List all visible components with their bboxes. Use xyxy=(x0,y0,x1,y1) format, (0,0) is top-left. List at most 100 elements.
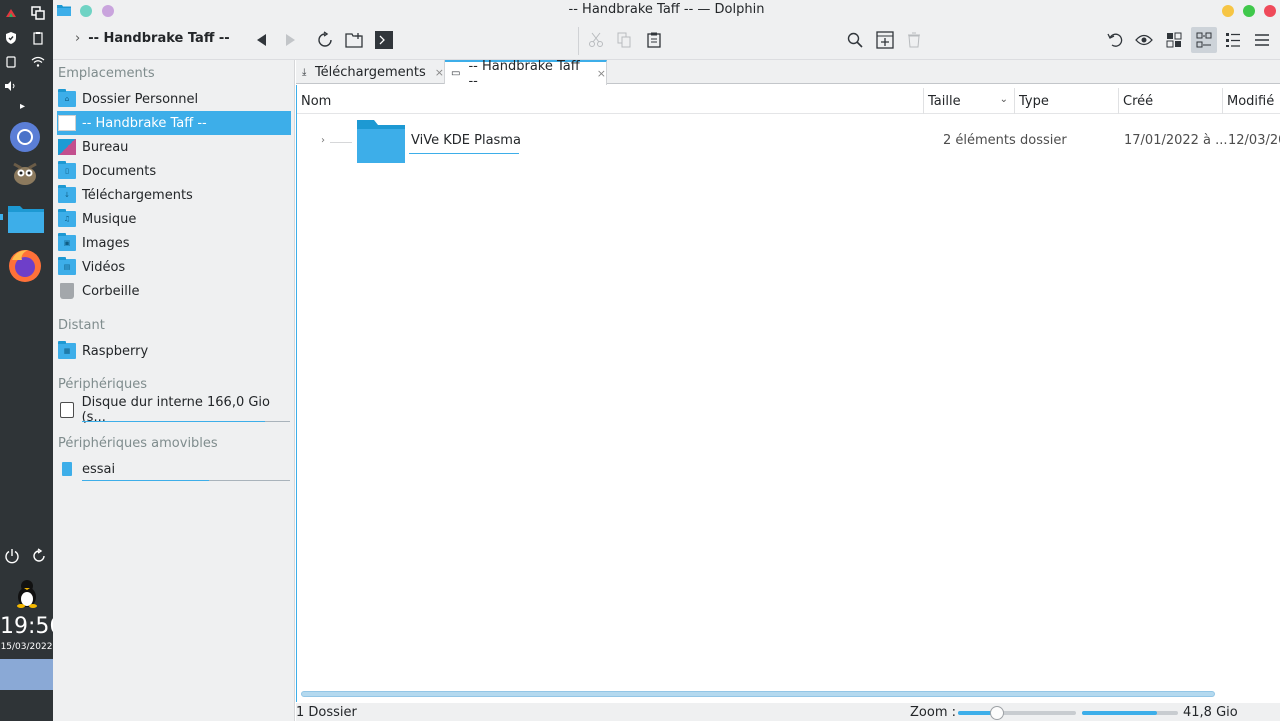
undo-button[interactable] xyxy=(1102,27,1128,53)
new-folder-button[interactable] xyxy=(341,27,367,53)
videos-folder-icon: ▤ xyxy=(58,257,76,275)
back-button[interactable] xyxy=(249,27,275,53)
close-window-button[interactable] xyxy=(1264,5,1276,17)
harddisk-icon xyxy=(60,402,74,418)
file-created: 17/01/2022 à ... xyxy=(1124,133,1228,148)
place-documents[interactable]: ▯ Documents xyxy=(57,159,291,183)
forward-button[interactable] xyxy=(277,27,303,53)
compact-view-button[interactable] xyxy=(1191,27,1217,53)
virtual-desktop-pager[interactable] xyxy=(0,659,53,690)
download-icon: ⤓ xyxy=(302,66,307,78)
delete-button[interactable] xyxy=(901,27,927,53)
folder-icon xyxy=(357,120,405,163)
paste-button[interactable] xyxy=(641,27,667,53)
hamburger-menu-icon[interactable] xyxy=(1249,27,1275,53)
zoom-slider-handle[interactable] xyxy=(989,706,1004,720)
place-label: Bureau xyxy=(82,139,129,155)
main-toolbar: › -- Handbrake Taff -- xyxy=(53,21,1280,60)
place-desktop[interactable]: Bureau xyxy=(57,135,291,159)
file-row[interactable]: › ViVe KDE Plasma 2 éléments dossier 17/… xyxy=(297,115,1280,169)
place-raspberry[interactable]: ▦ Raspberry xyxy=(57,339,291,363)
breadcrumb[interactable]: › -- Handbrake Taff -- xyxy=(75,31,230,46)
chromium-icon[interactable] xyxy=(6,118,44,156)
clock-date[interactable]: 15/03/2022 xyxy=(0,642,53,652)
firefox-icon[interactable] xyxy=(6,246,44,284)
column-name[interactable]: Nom xyxy=(297,88,924,114)
file-size: 2 éléments xyxy=(943,133,1016,148)
column-size[interactable]: Taille ⌄ xyxy=(924,88,1015,114)
icons-view-button[interactable] xyxy=(1161,27,1187,53)
documents-folder-icon: ▯ xyxy=(58,161,76,179)
place-handbrake-taff[interactable]: -- Handbrake Taff -- xyxy=(57,111,291,135)
window-titlebar[interactable]: -- Handbrake Taff -- — Dolphin xyxy=(53,0,1280,21)
shield-icon[interactable] xyxy=(4,31,18,45)
place-internal-disk[interactable]: Disque dur interne 166,0 Gio (s... xyxy=(57,395,291,425)
zoom-label: Zoom : xyxy=(910,705,956,720)
place-trash[interactable]: Corbeille xyxy=(57,279,291,303)
place-label: Documents xyxy=(82,163,157,179)
gimp-icon[interactable] xyxy=(6,154,44,192)
toolbar-separator xyxy=(578,27,579,55)
horizontal-scrollbar[interactable] xyxy=(301,691,1215,697)
clipboard-icon[interactable] xyxy=(31,31,45,45)
column-modified[interactable]: Modifié xyxy=(1223,88,1280,114)
file-view[interactable]: Nom Taille ⌄ Type Créé Modifié › ViVe KD… xyxy=(296,85,1280,702)
network-manager-icon[interactable] xyxy=(4,6,18,20)
copy-button[interactable] xyxy=(611,27,637,53)
window-switch-icon[interactable] xyxy=(31,6,45,20)
place-pictures[interactable]: ▣ Images xyxy=(57,231,291,255)
usb-drive-icon xyxy=(62,462,72,476)
tab-label: Téléchargements xyxy=(314,64,426,80)
file-name-underline xyxy=(409,153,519,154)
wifi-icon[interactable] xyxy=(31,55,45,69)
place-label: essai xyxy=(82,461,116,477)
place-videos[interactable]: ▤ Vidéos xyxy=(57,255,291,279)
window-title: -- Handbrake Taff -- — Dolphin xyxy=(568,2,765,17)
minimize-button[interactable] xyxy=(1222,5,1234,17)
new-tab-button[interactable] xyxy=(872,27,898,53)
linux-menu-icon[interactable] xyxy=(8,574,46,612)
volume-icon[interactable] xyxy=(4,79,18,93)
tab-close-icon[interactable]: × xyxy=(597,67,606,80)
cut-button[interactable] xyxy=(583,27,609,53)
free-space-label[interactable]: 41,8 Gio libre(s) xyxy=(1183,705,1280,721)
device-notifier-icon[interactable] xyxy=(4,55,18,69)
maximize-button[interactable] xyxy=(1243,5,1255,17)
active-app-indicator xyxy=(0,214,3,220)
places-sidebar: Emplacements ⌂ Dossier Personnel -- Hand… xyxy=(53,60,295,721)
place-downloads[interactable]: ↓ Téléchargements xyxy=(57,183,291,207)
breadcrumb-current[interactable]: -- Handbrake Taff -- xyxy=(88,31,229,46)
details-view-button[interactable] xyxy=(1220,27,1246,53)
status-bar: 1 Dossier Zoom : 41,8 Gio libre(s) xyxy=(296,703,1280,721)
dolphin-icon[interactable] xyxy=(4,199,48,237)
place-label: Corbeille xyxy=(82,283,140,299)
chevron-right-icon: › xyxy=(75,31,81,46)
clock-time[interactable]: 19:56 xyxy=(0,614,63,639)
file-name: ViVe KDE Plasma xyxy=(411,133,521,148)
column-type[interactable]: Type xyxy=(1015,88,1119,114)
preview-eye-button[interactable] xyxy=(1131,27,1157,53)
place-label: Dossier Personnel xyxy=(82,91,199,107)
restart-icon[interactable] xyxy=(30,547,48,565)
terminal-button[interactable] xyxy=(371,27,397,53)
power-icon[interactable] xyxy=(3,547,21,565)
folder-tab-icon: ▭ xyxy=(451,68,461,79)
tray-expand-icon[interactable]: ▸ xyxy=(20,101,25,112)
expand-chevron-icon[interactable]: › xyxy=(321,135,325,146)
desktop-icon xyxy=(58,139,76,155)
tab-downloads[interactable]: ⤓ Téléchargements × xyxy=(296,60,445,84)
file-type: dossier xyxy=(1020,133,1067,148)
tab-close-icon[interactable]: × xyxy=(435,66,444,79)
column-created[interactable]: Créé xyxy=(1119,88,1223,114)
place-music[interactable]: ♫ Musique xyxy=(57,207,291,231)
disk-space-fill xyxy=(1082,711,1157,715)
search-button[interactable] xyxy=(842,27,868,53)
place-essai[interactable]: essai xyxy=(57,457,291,481)
place-label: Musique xyxy=(82,211,137,227)
place-label: Images xyxy=(82,235,130,251)
tab-handbrake-taff[interactable]: ▭ -- Handbrake Taff -- × xyxy=(445,59,607,89)
place-home[interactable]: ⌂ Dossier Personnel xyxy=(57,87,291,111)
pictures-folder-icon: ▣ xyxy=(58,233,76,251)
place-label: Raspberry xyxy=(82,343,149,359)
reload-button[interactable] xyxy=(312,27,338,53)
